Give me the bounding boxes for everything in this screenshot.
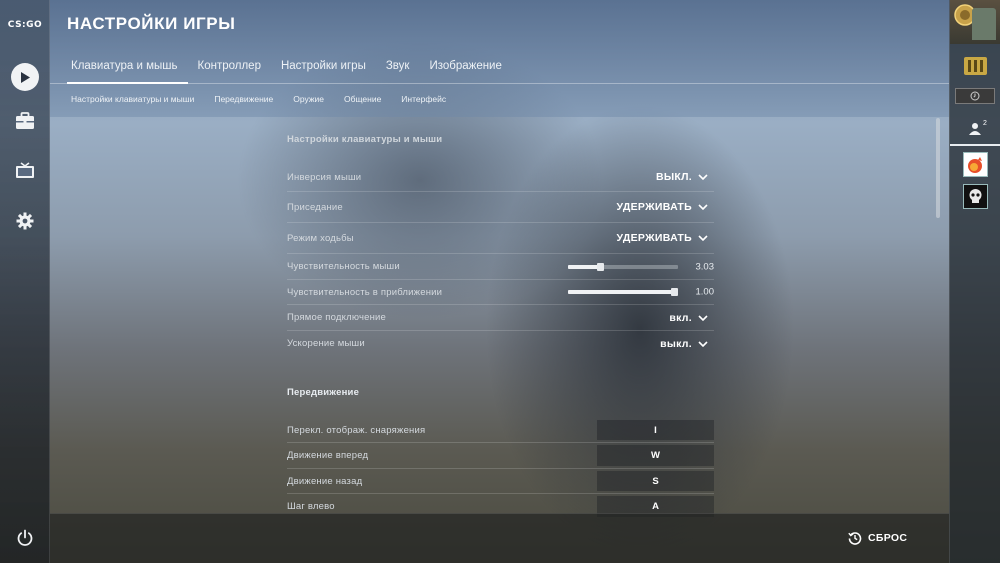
zoom-sensitivity-slider[interactable]: [568, 288, 678, 296]
setting-label: Инверсия мыши: [287, 171, 362, 183]
slider-fill: [568, 290, 675, 294]
briefcase-icon: [16, 112, 34, 129]
keybind-button[interactable]: W: [597, 445, 714, 466]
power-icon: [17, 529, 33, 546]
power-button[interactable]: [0, 523, 50, 553]
slider-value: 3.03: [695, 261, 715, 272]
fireball-icon: [968, 157, 982, 173]
keybind-label: Движение вперед: [287, 450, 369, 461]
setting-row-crouch[interactable]: Приседание УДЕРЖИВАТЬ: [287, 192, 714, 223]
subtab-keyboard-mouse-settings[interactable]: Настройки клавиатуры и мыши: [71, 94, 194, 104]
slider-handle[interactable]: [670, 288, 678, 296]
subtab-movement[interactable]: Передвижение: [214, 94, 273, 104]
setting-label: Ускорение мыши: [287, 338, 365, 349]
play-button[interactable]: [0, 62, 50, 92]
left-sidebar: CS:GO: [0, 0, 50, 563]
chevron-down-icon: [698, 340, 708, 347]
reset-button[interactable]: СБРОС: [848, 531, 907, 545]
setting-value: выкл.: [660, 337, 692, 350]
rank-badge[interactable]: [963, 55, 988, 77]
mouse-sensitivity-slider[interactable]: [568, 262, 678, 271]
history-icon: [848, 532, 862, 545]
agent-portrait: [972, 8, 996, 40]
setting-value: вкл.: [669, 311, 692, 324]
chevron-down-icon: [698, 204, 708, 210]
player-avatar[interactable]: [950, 0, 1000, 44]
settings-header: НАСТРОЙКИ ИГРЫ Клавиатура и мышь Контрол…: [50, 0, 949, 117]
sub-tabs: Настройки клавиатуры и мыши Передвижение…: [71, 94, 466, 104]
timer-button[interactable]: [955, 88, 995, 104]
keybind-button[interactable]: S: [597, 471, 714, 491]
friends-count: 2: [983, 120, 987, 127]
clock-icon: [970, 91, 980, 101]
right-sidebar: 2: [949, 0, 1000, 563]
friends-icon: [969, 123, 981, 135]
gear-icon: [16, 212, 34, 230]
keybind-row-toggle-loadout: Перекл. отображ. снаряжения I: [287, 418, 714, 443]
setting-row-raw-input[interactable]: Прямое подключение вкл.: [287, 305, 714, 331]
setting-value: ВЫКЛ.: [655, 171, 692, 183]
setting-row-zoom-sensitivity: Чувствительность в приближении 1.00: [287, 280, 714, 305]
setting-label: Режим ходьбы: [287, 232, 354, 244]
tv-icon: [16, 162, 34, 178]
tab-sound[interactable]: Звук: [382, 50, 420, 84]
main-tabs: Клавиатура и мышь Контроллер Настройки и…: [67, 50, 518, 84]
tab-game-settings[interactable]: Настройки игры: [277, 50, 376, 84]
csgo-logo[interactable]: CS:GO: [6, 16, 44, 34]
play-icon: [11, 63, 39, 91]
slider-handle[interactable]: [597, 262, 604, 271]
setting-row-invert-mouse[interactable]: Инверсия мыши ВЫКЛ.: [287, 163, 714, 192]
inventory-button[interactable]: [0, 106, 50, 136]
setting-label: Прямое подключение: [287, 312, 387, 323]
tab-video[interactable]: Изображение: [425, 50, 511, 84]
subtab-interface[interactable]: Интерфейс: [401, 94, 446, 104]
keybind-row-move-forward: Движение вперед W: [287, 443, 714, 469]
footer-bar: СБРОС: [50, 513, 949, 563]
section-title-keyboard-mouse: Настройки клавиатуры и мыши: [287, 134, 443, 145]
chevron-down-icon: [698, 235, 708, 241]
setting-label: Приседание: [287, 201, 343, 213]
subtab-communication[interactable]: Общение: [344, 94, 381, 104]
settings-list: Настройки клавиатуры и мыши Инверсия мыш…: [287, 132, 714, 519]
setting-label: Чувствительность в приближении: [287, 286, 443, 298]
setting-value: УДЕРЖИВАТЬ: [616, 232, 692, 244]
setting-value: УДЕРЖИВАТЬ: [616, 201, 692, 213]
rank-chevrons-icon: [964, 57, 987, 75]
page-title: НАСТРОЙКИ ИГРЫ: [67, 14, 236, 33]
tab-controller[interactable]: Контроллер: [194, 50, 271, 84]
tab-keyboard-mouse[interactable]: Клавиатура и мышь: [67, 50, 188, 84]
scrollbar[interactable]: [936, 118, 940, 513]
setting-row-mouse-acceleration[interactable]: Ускорение мыши выкл.: [287, 331, 714, 356]
keybind-label: Перекл. отображ. снаряжения: [287, 424, 426, 436]
keybind-label: Движение назад: [287, 475, 363, 487]
setting-row-walk-mode[interactable]: Режим ходьбы УДЕРЖИВАТЬ: [287, 223, 714, 254]
chevron-down-icon: [698, 174, 708, 180]
scrollbar-thumb[interactable]: [936, 118, 940, 218]
header-divider: [50, 83, 949, 84]
setting-label: Чувствительность мыши: [287, 261, 400, 272]
keybind-button[interactable]: I: [597, 420, 714, 440]
subtab-weapons[interactable]: Оружие: [293, 94, 324, 104]
friends-button[interactable]: 2: [950, 116, 1000, 146]
setting-row-mouse-sensitivity: Чувствительность мыши 3.03: [287, 254, 714, 280]
watch-button[interactable]: [0, 156, 50, 186]
chevron-down-icon: [698, 314, 708, 321]
keybind-label: Шаг влево: [287, 501, 335, 512]
keybind-row-move-back: Движение назад S: [287, 469, 714, 494]
settings-button[interactable]: [0, 206, 50, 236]
slider-value: 1.00: [695, 286, 715, 298]
section-title-movement: Передвижение: [287, 387, 360, 398]
friend-avatar[interactable]: [963, 152, 988, 177]
friend-avatar[interactable]: [963, 184, 988, 209]
skull-icon: [969, 189, 982, 203]
reset-label: СБРОС: [868, 532, 908, 544]
